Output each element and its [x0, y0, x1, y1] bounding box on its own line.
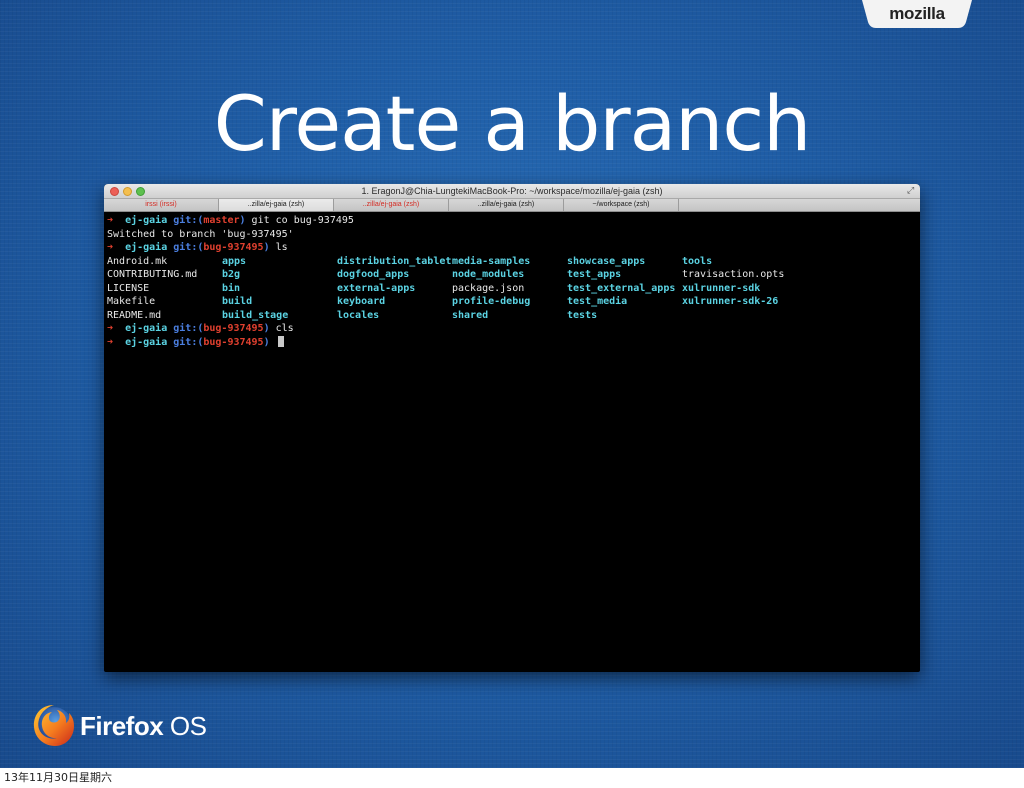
tab-bar: irssi (irssi) ..zilla/ej-gaia (zsh) ..zi…: [104, 199, 920, 212]
ls-directory-entry: xulrunner-sdk: [682, 282, 761, 294]
ls-directory-entry: locales: [337, 309, 380, 321]
git-branch: master: [203, 215, 240, 226]
ls-directory-entry: node_modules: [452, 269, 525, 280]
ls-directory-entry: external-apps: [337, 282, 416, 294]
fullscreen-icon[interactable]: ⤢: [907, 186, 916, 195]
prompt-arrow-icon: ➜: [107, 323, 114, 334]
window-titlebar[interactable]: 1. EragonJ@Chia-LungtekiMacBook-Pro: ~/w…: [104, 184, 920, 199]
ls-row: LICENSE bin external-apps package.json test_…: [107, 282, 917, 296]
ls-row: CONTRIBUTING.md b2g dogfood_apps node_modul…: [107, 268, 917, 282]
command-text: ls: [269, 242, 288, 253]
prompt-arrow-icon: ➜: [107, 215, 114, 226]
ls-directory-entry: build: [222, 296, 253, 307]
ls-directory-entry: test_media: [567, 296, 628, 307]
prompt-cwd: ej-gaia: [125, 242, 168, 253]
prompt-line-current[interactable]: ➜ ej-gaia git:(bug-937495): [107, 335, 917, 350]
mozilla-tab: mozilla: [862, 0, 972, 28]
ls-file-entry: LICENSE: [107, 282, 150, 294]
git-branch: bug-937495: [203, 242, 264, 253]
tab-ej-gaia-1[interactable]: ..zilla/ej-gaia (zsh): [219, 199, 334, 211]
ls-output: Android.mk apps distribution_tablet media-s…: [107, 255, 917, 323]
tab-bar-filler: [679, 199, 920, 211]
ls-file-entry: Makefile: [107, 296, 156, 307]
ls-directory-entry: test_apps: [567, 269, 622, 280]
footer-date: 13年11月30日星期六: [4, 771, 112, 784]
prompt-cwd: ej-gaia: [125, 336, 168, 348]
ls-row: README.md build_stage locales shared tests: [107, 309, 917, 323]
ls-file-entry: package.json: [452, 282, 525, 294]
prompt-cwd: ej-gaia: [125, 323, 168, 334]
ls-file-entry: README.md: [107, 309, 162, 321]
ls-directory-entry: shared: [452, 309, 489, 321]
tab-ej-gaia-2[interactable]: ..zilla/ej-gaia (zsh): [334, 199, 449, 211]
git-prefix: git:(: [173, 215, 204, 226]
prompt-arrow-icon: ➜: [107, 242, 114, 253]
prompt-line: ➜ ej-gaia git:(bug-937495) cls: [107, 322, 917, 336]
tab-workspace[interactable]: ~/workspace (zsh): [564, 199, 679, 211]
ls-directory-entry: bin: [222, 282, 241, 294]
ls-file-entry: CONTRIBUTING.md: [107, 269, 198, 280]
command-text: cls: [269, 323, 294, 334]
ls-directory-entry: profile-debug: [452, 296, 531, 307]
ls-row: Android.mk apps distribution_tablet media-s…: [107, 255, 917, 269]
tab-irssi[interactable]: irssi (irssi): [104, 199, 219, 211]
ls-directory-entry: apps: [222, 255, 247, 267]
prompt-line: ➜ ej-gaia git:(bug-937495) ls: [107, 241, 917, 255]
slide-title: Create a branch: [213, 79, 812, 168]
ls-directory-entry: b2g: [222, 269, 241, 280]
prompt-line: ➜ ej-gaia git:(master) git co bug-937495: [107, 214, 917, 228]
terminal-window[interactable]: 1. EragonJ@Chia-LungtekiMacBook-Pro: ~/w…: [104, 184, 920, 672]
git-prefix: git:(: [173, 323, 204, 334]
command-text: git co bug-937495: [245, 215, 354, 226]
prompt-arrow-icon: ➜: [107, 336, 114, 348]
ls-directory-entry: xulrunner-sdk-26: [682, 296, 779, 307]
window-title: 1. EragonJ@Chia-LungtekiMacBook-Pro: ~/w…: [361, 186, 663, 196]
ls-directory-entry: keyboard: [337, 296, 386, 307]
git-prefix: git:(: [173, 336, 204, 348]
firefox-os-wordmark: Firefox OS: [80, 711, 207, 741]
ls-directory-entry: build_stage: [222, 309, 289, 321]
slide: mozilla Create a branch 1. EragonJ@Chia-…: [0, 0, 1024, 768]
mozilla-wordmark: mozilla: [889, 4, 945, 23]
ls-row: Makefile build keyboard profile-debug test_m…: [107, 295, 917, 309]
terminal-output[interactable]: ➜ ej-gaia git:(master) git co bug-937495…: [107, 214, 917, 669]
ls-directory-entry: dogfood_apps: [337, 269, 410, 280]
ls-file-entry: Android.mk: [107, 255, 168, 267]
git-prefix: git:(: [173, 242, 204, 253]
ls-file-entry: travisaction.opts: [682, 269, 785, 280]
git-branch: bug-937495: [203, 323, 264, 334]
firefox-word: Firefox: [80, 711, 164, 741]
ls-directory-entry: test_external_apps: [567, 282, 676, 294]
firefox-logo-icon: [33, 705, 74, 746]
output-line: Switched to branch 'bug-937495': [107, 228, 294, 240]
terminal-cursor: [277, 335, 284, 347]
os-word: OS: [169, 711, 207, 741]
command-text: [270, 337, 276, 348]
git-branch: bug-937495: [203, 336, 264, 348]
ls-directory-entry: showcase_apps: [567, 255, 646, 267]
ls-directory-entry: media-samples: [452, 255, 531, 267]
tab-ej-gaia-3[interactable]: ..zilla/ej-gaia (zsh): [449, 199, 564, 211]
prompt-cwd: ej-gaia: [125, 215, 168, 226]
ls-directory-entry: distribution_tablet: [337, 255, 452, 267]
ls-directory-entry: tests: [567, 309, 598, 321]
ls-directory-entry: tools: [682, 255, 713, 267]
